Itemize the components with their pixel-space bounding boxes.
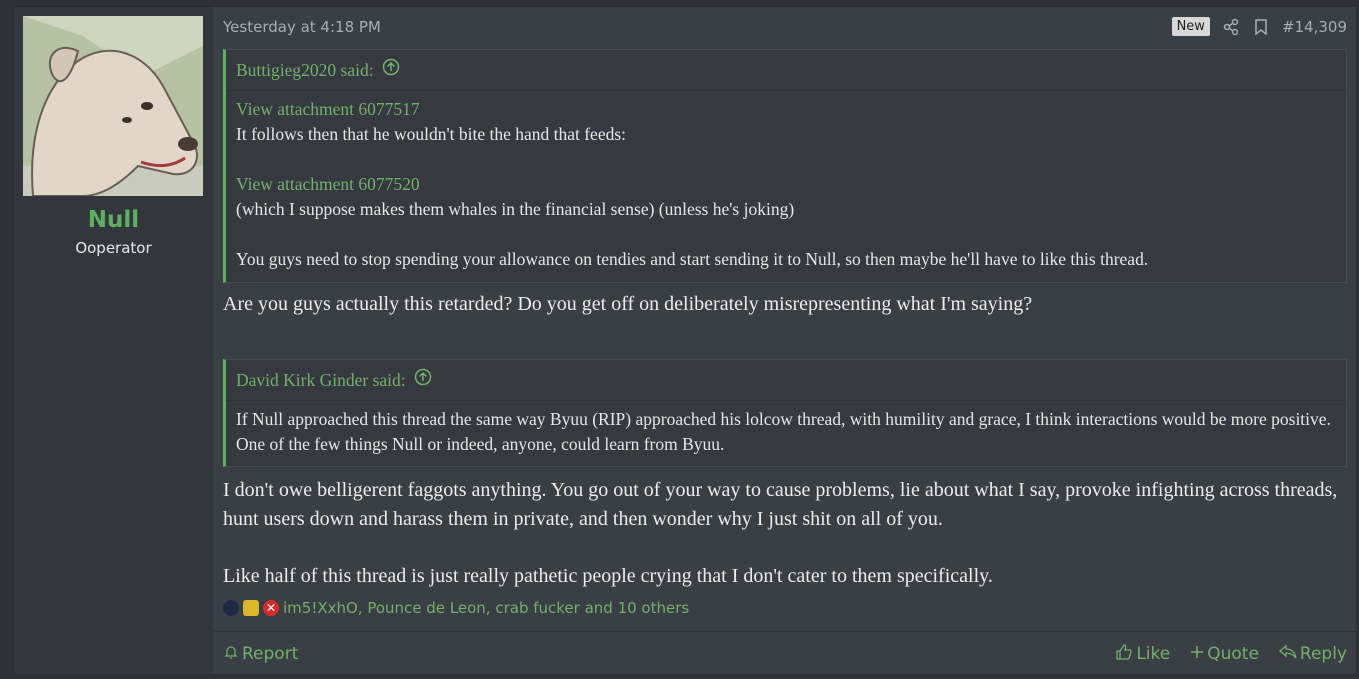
quote-button[interactable]: Quote — [1190, 643, 1259, 666]
arrow-up-circle-icon[interactable] — [414, 360, 432, 400]
post-timestamp[interactable]: Yesterday at 4:18 PM — [223, 18, 381, 36]
thumbs-up-icon — [1115, 643, 1133, 666]
quote-block: Buttigieg2020 said: View attachment 6077… — [223, 49, 1347, 283]
reaction-users[interactable]: im5!XxhO, Pounce de Leon, crab fucker an… — [283, 599, 689, 617]
like-label: Like — [1136, 644, 1171, 664]
report-button[interactable]: Report — [223, 644, 298, 665]
reactions-bar[interactable]: ✕ im5!XxhO, Pounce de Leon, crab fucker … — [223, 599, 689, 617]
like-button[interactable]: Like — [1115, 643, 1170, 666]
arrow-up-circle-icon[interactable] — [382, 50, 400, 90]
post-text: I don't owe belligerent faggots anything… — [223, 479, 1338, 530]
user-title: Ooperator — [75, 239, 152, 257]
quote-body: If Null approached this thread the same … — [226, 401, 1346, 467]
post-header-actions: New #14,309 — [1171, 17, 1347, 36]
user-column: Null Ooperator — [14, 7, 213, 674]
post: Null Ooperator Yesterday at 4:18 PM New … — [13, 6, 1357, 675]
footer-actions: Like Quote Reply — [1115, 643, 1347, 666]
post-main: Yesterday at 4:18 PM New #14,309 Buttigi… — [214, 7, 1356, 674]
quote-line: It follows then that he wouldn't bite th… — [236, 124, 627, 144]
quote-author[interactable]: David Kirk Ginder said: — [236, 360, 406, 400]
quote-block: David Kirk Ginder said: If Null approach… — [223, 359, 1347, 467]
reply-button[interactable]: Reply — [1278, 643, 1347, 666]
bell-icon — [223, 644, 239, 665]
quote-line: If Null approached this thread the same … — [236, 409, 1331, 454]
reply-label: Reply — [1299, 644, 1347, 664]
quote-author[interactable]: Buttigieg2020 said: — [236, 50, 374, 90]
quote-line: (which I suppose makes them whales in th… — [236, 199, 795, 219]
bookmark-icon[interactable] — [1252, 18, 1270, 36]
new-badge: New — [1171, 17, 1210, 36]
quote-header: Buttigieg2020 said: — [226, 50, 1346, 91]
avatar[interactable] — [23, 16, 203, 196]
post-text: Are you guys actually this retarded? Do … — [223, 293, 1033, 315]
quote-line: You guys need to stop spending your allo… — [236, 249, 1149, 269]
username[interactable]: Null — [14, 207, 213, 233]
post-number[interactable]: #14,309 — [1282, 18, 1347, 36]
x-reaction-icon: ✕ — [263, 600, 279, 616]
quote-label: Quote — [1207, 644, 1259, 664]
medal-reaction-icon — [243, 600, 259, 616]
quote-header: David Kirk Ginder said: — [226, 360, 1346, 401]
quote-body: View attachment 6077517 It follows then … — [226, 91, 1346, 282]
plus-icon — [1190, 644, 1204, 664]
attachment-link[interactable]: View attachment 6077517 — [236, 97, 1336, 122]
post-footer: Report Like Quote Reply — [214, 631, 1356, 676]
top-hat-reaction-icon — [223, 600, 239, 616]
reply-arrow-icon — [1278, 644, 1297, 665]
share-icon[interactable] — [1222, 18, 1240, 36]
report-label: Report — [242, 644, 299, 664]
post-text: Like half of this thread is just really … — [223, 565, 993, 587]
attachment-link[interactable]: View attachment 6077520 — [236, 172, 1336, 197]
